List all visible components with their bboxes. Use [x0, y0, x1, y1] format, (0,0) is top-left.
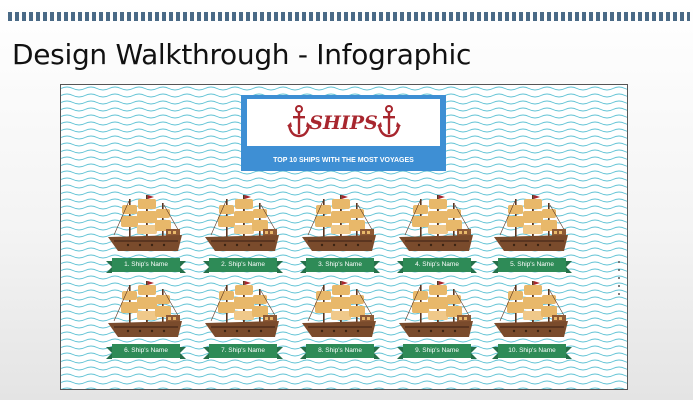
ship-icon: [399, 281, 473, 337]
ship-name-ribbon: 7. Ship's Name: [203, 344, 283, 360]
ship-name-label: 4. Ship's Name: [415, 261, 459, 268]
infographic-heading: SHIPS: [309, 112, 378, 134]
ship-name-ribbon: 5. Ship's Name: [492, 258, 572, 274]
ship-icon: [205, 281, 279, 337]
ship-name-ribbon: 3. Ship's Name: [300, 258, 380, 274]
ship-name-ribbon: 8. Ship's Name: [300, 344, 380, 360]
ship-icon: [399, 195, 473, 251]
ship-name-label: 6. Ship's Name: [124, 347, 168, 354]
infographic-canvas: SHIPS TOP 10 SHIPS WITH THE MOST VOYAGES: [60, 84, 628, 390]
ship-name-ribbon: 4. Ship's Name: [397, 258, 477, 274]
ship-name-label: 2. Ship's Name: [221, 261, 265, 268]
ship-name-label: 5. Ship's Name: [510, 261, 554, 268]
header-frame: SHIPS: [241, 95, 446, 151]
ship-name-ribbon: 6. Ship's Name: [106, 344, 186, 360]
ship-icon: [494, 195, 568, 251]
ship-name-label: 3. Ship's Name: [318, 261, 362, 268]
ship-name-label: 7. Ship's Name: [221, 347, 265, 354]
ship-icon: [302, 195, 376, 251]
infographic-subheading: TOP 10 SHIPS WITH THE MOST VOYAGES: [241, 151, 446, 171]
ship-icon: [494, 281, 568, 337]
ship-name-label: 8. Ship's Name: [318, 347, 362, 354]
ship-name-label: 9. Ship's Name: [415, 347, 459, 354]
ship-icon: [108, 195, 182, 251]
ship-icon: [205, 195, 279, 251]
ship-name-ribbon: 10. Ship's Name: [492, 344, 572, 360]
ship-icon: [108, 281, 182, 337]
slide-title: Design Walkthrough - Infographic: [12, 38, 472, 71]
ship-name-label: 10. Ship's Name: [508, 347, 556, 354]
ship-name-label: 1. Ship's Name: [124, 261, 168, 268]
anchor-icon: [377, 105, 401, 138]
header-title-box: SHIPS: [247, 99, 440, 146]
ship-name-ribbon: 1. Ship's Name: [106, 258, 186, 274]
ship-icon: [302, 281, 376, 337]
ship-name-ribbon: 2. Ship's Name: [203, 258, 283, 274]
ship-name-ribbon: 9. Ship's Name: [397, 344, 477, 360]
scroll-dots[interactable]: [618, 261, 621, 301]
header-stripe: [8, 12, 690, 21]
header-card: SHIPS TOP 10 SHIPS WITH THE MOST VOYAGES: [241, 95, 446, 171]
